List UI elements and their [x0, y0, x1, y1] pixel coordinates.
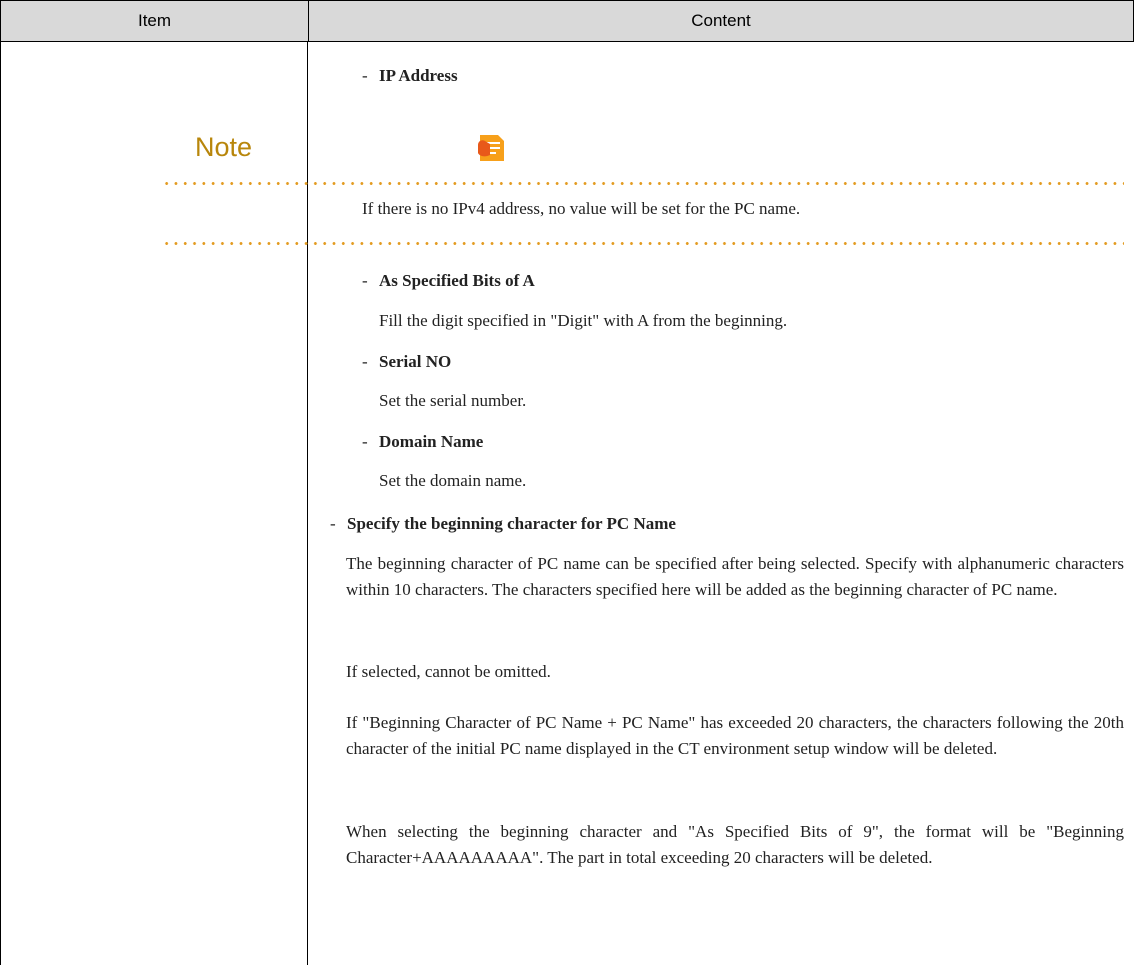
list-item-bits-of-a: - As Specified Bits of A	[362, 271, 535, 290]
domain-name-desc: Set the domain name.	[379, 471, 527, 490]
list-item-domain-name: - Domain Name	[362, 432, 484, 451]
beginning-char-para-4: When selecting the beginning character a…	[346, 822, 1124, 867]
content-cell: - IP Address Note If there is no IPv4 add…	[162, 42, 1134, 965]
list-item-beginning-char: - Specify the beginning character for PC …	[330, 514, 676, 533]
note-title: Note	[195, 132, 253, 162]
header-item: Item	[137, 11, 172, 30]
note-top-divider	[162, 182, 1124, 185]
beginning-char-para-1: The beginning character of PC name can b…	[346, 554, 1124, 599]
header-content: Content	[691, 11, 751, 30]
note-bottom-divider	[162, 242, 1124, 245]
beginning-char-para-3: If "Beginning Character of PC Name + PC …	[346, 713, 1124, 758]
bits-of-a-desc: Fill the digit specified in "Digit" with…	[379, 311, 788, 330]
table-left-border	[0, 42, 1, 965]
ip-address-label: IP Address	[379, 66, 458, 85]
list-item-serial-no: - Serial NO	[362, 352, 452, 371]
list-item-ip-address: - IP Address	[362, 66, 458, 85]
table-header: Item Content	[0, 0, 1134, 42]
content-table: Item Content - IP Address Note If there i…	[0, 0, 1134, 965]
note-text: If there is no IPv4 address, no value wi…	[362, 199, 801, 218]
beginning-char-para-2: If selected, cannot be omitted.	[346, 662, 551, 681]
note-hand-icon	[478, 135, 504, 161]
serial-no-desc: Set the serial number.	[379, 391, 527, 410]
